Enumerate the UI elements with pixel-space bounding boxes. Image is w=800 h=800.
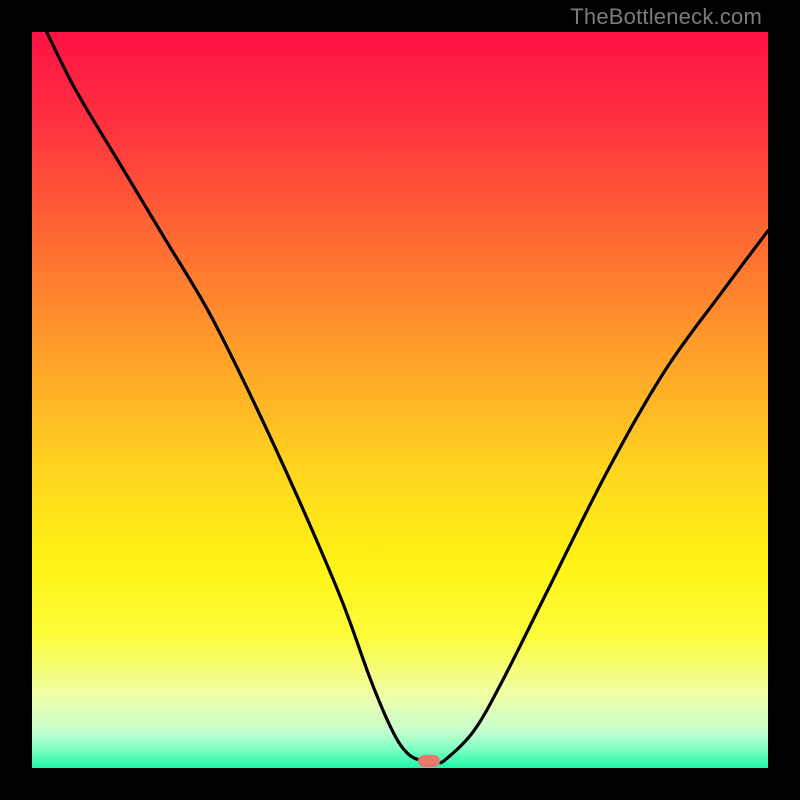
chart-frame: TheBottleneck.com bbox=[0, 0, 800, 800]
plot-area bbox=[32, 32, 768, 768]
watermark-text: TheBottleneck.com bbox=[570, 4, 762, 30]
bottleneck-curve bbox=[32, 32, 768, 768]
optimal-point-marker bbox=[418, 755, 440, 767]
